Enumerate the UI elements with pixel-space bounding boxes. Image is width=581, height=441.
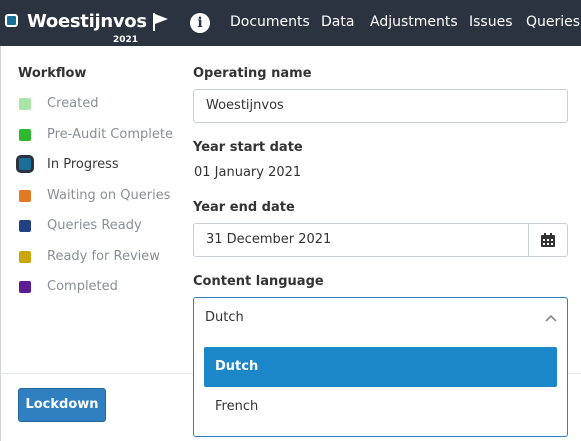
language-option-dutch[interactable]: Dutch bbox=[204, 347, 557, 387]
info-icon[interactable]: i bbox=[190, 13, 210, 33]
status-square-icon bbox=[19, 98, 31, 110]
flag-icon[interactable] bbox=[151, 12, 171, 32]
company-name[interactable]: Woestijnvos bbox=[27, 11, 147, 32]
chevron-up-icon[interactable] bbox=[545, 314, 557, 322]
workflow-item-label: In Progress bbox=[47, 157, 119, 172]
nav-issues[interactable]: Issues bbox=[469, 14, 513, 30]
workflow-item-label: Waiting on Queries bbox=[47, 188, 171, 203]
status-square-icon bbox=[19, 281, 31, 293]
year-start-value: 01 January 2021 bbox=[194, 165, 302, 180]
operating-name-input[interactable]: Woestijnvos bbox=[193, 89, 568, 123]
operating-name-label: Operating name bbox=[193, 66, 312, 81]
workflow-item-label: Completed bbox=[47, 279, 118, 294]
selected-language: Dutch bbox=[205, 310, 244, 325]
calendar-button[interactable] bbox=[528, 223, 568, 257]
workflow-item-label: Created bbox=[47, 96, 99, 111]
nav-adjustments[interactable]: Adjustments bbox=[370, 14, 458, 30]
top-navigation-bar: Woestijnvos 2021 i Documents Data Adjust… bbox=[0, 0, 581, 46]
nav-queries[interactable]: Queries bbox=[526, 14, 580, 30]
nav-data[interactable]: Data bbox=[321, 14, 354, 30]
year-start-label: Year start date bbox=[193, 140, 303, 155]
language-option-french[interactable]: French bbox=[204, 387, 557, 427]
status-square-icon bbox=[19, 251, 31, 263]
panel-border bbox=[0, 46, 1, 441]
year-end-date-input[interactable]: 31 December 2021 bbox=[193, 223, 529, 257]
workflow-item-label: Pre-Audit Complete bbox=[47, 127, 173, 142]
content-language-select[interactable]: Dutch Dutch French bbox=[193, 297, 568, 437]
status-square-icon bbox=[16, 155, 34, 173]
workflow-heading: Workflow bbox=[18, 66, 87, 81]
calendar-icon bbox=[541, 233, 555, 247]
year-end-label: Year end date bbox=[193, 200, 295, 215]
status-square-icon bbox=[19, 129, 31, 141]
company-year: 2021 bbox=[113, 35, 139, 45]
workflow-item-label: Ready for Review bbox=[47, 249, 160, 264]
status-indicator-icon bbox=[5, 14, 18, 27]
nav-documents[interactable]: Documents bbox=[230, 14, 310, 30]
status-square-icon bbox=[19, 190, 31, 202]
workflow-item-label: Queries Ready bbox=[47, 218, 142, 233]
status-square-icon bbox=[19, 220, 31, 232]
lockdown-button[interactable]: Lockdown bbox=[18, 388, 106, 422]
content-language-label: Content language bbox=[193, 274, 324, 289]
